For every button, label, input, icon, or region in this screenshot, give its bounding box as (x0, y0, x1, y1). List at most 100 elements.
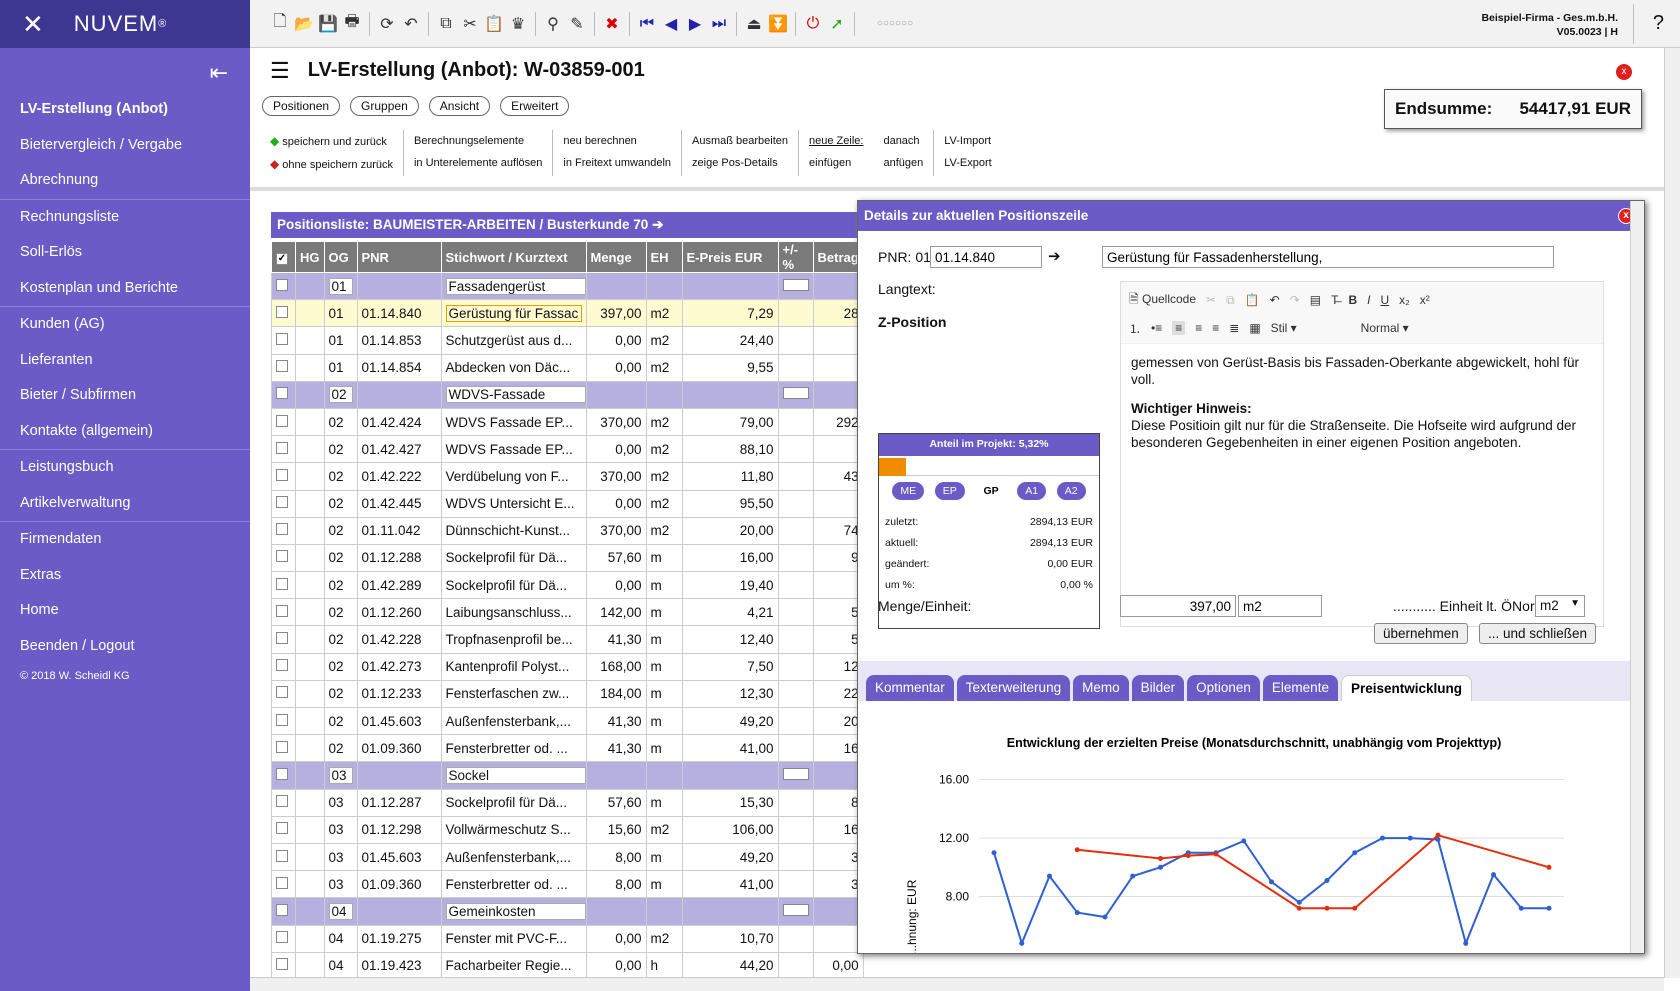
eh-cell[interactable]: m (645, 571, 683, 600)
pnr-cell[interactable] (356, 380, 442, 409)
row-checkbox-cell[interactable] (271, 571, 296, 600)
tab-positionen[interactable]: Positionen (262, 96, 341, 116)
epreis-cell[interactable] (681, 380, 779, 409)
pill-gp[interactable]: GP (975, 482, 1007, 500)
stichwort-cell[interactable]: Laibungsanschluss... (440, 598, 587, 627)
epreis-cell[interactable]: 9,55 (681, 353, 779, 382)
eh-cell[interactable]: m (645, 543, 683, 573)
pill-ep[interactable]: EP (934, 482, 965, 500)
row-checkbox[interactable] (276, 414, 288, 427)
eh-cell[interactable]: m2 (645, 462, 683, 491)
row-checkbox[interactable] (276, 903, 288, 916)
hg-cell[interactable] (295, 326, 325, 355)
pnr-cell[interactable]: 01.12.288 (356, 543, 442, 573)
betrag-cell[interactable]: 5 (812, 598, 864, 627)
og-cell[interactable]: 02 (323, 625, 358, 654)
og-cell[interactable]: 01 (323, 326, 358, 355)
percent-cell[interactable] (777, 571, 814, 600)
menge-cell[interactable]: 0,00 (585, 435, 647, 464)
row-checkbox-cell[interactable] (271, 761, 296, 790)
row-checkbox[interactable] (276, 849, 288, 862)
epreis-cell[interactable]: 20,00 (681, 516, 779, 545)
og-cell[interactable]: 03 (323, 761, 358, 790)
table-row[interactable]: 03 01.12.298 Vollwärmeschutz S... 15,60 m2 10… (271, 815, 864, 844)
menge-cell[interactable]: 0,00 (585, 326, 647, 355)
menge-cell[interactable]: 0,00 (585, 353, 647, 382)
nav-item-bieter[interactable]: Bieter / Subfirmen (0, 378, 250, 414)
hg-cell[interactable] (295, 571, 325, 600)
table-row[interactable]: 02 01.42.427 WDVS Fassade EP... 0,00 m2 88,10 (271, 435, 864, 464)
row-checkbox[interactable] (276, 795, 288, 808)
table-row[interactable]: 04 01.19.275 Fenster mit PVC-F... 0,00 m2 10,… (271, 924, 864, 953)
menge-cell[interactable]: 370,00 (585, 516, 647, 545)
menge-cell[interactable]: 41,30 (585, 625, 647, 654)
row-checkbox[interactable] (276, 550, 288, 563)
epreis-cell[interactable] (681, 761, 779, 790)
nosave-back-link[interactable]: ◆ ohne speichern zurück (270, 153, 393, 176)
group-row[interactable]: 02 WDVS-Fassade (271, 380, 864, 409)
epreis-cell[interactable]: 11,80 (681, 462, 779, 491)
row-checkbox[interactable] (276, 523, 288, 536)
percent-cell[interactable] (777, 462, 814, 491)
table-row[interactable]: 04 01.19.423 Facharbeiter Regie... 0,00 h 44,… (271, 951, 864, 980)
menge-cell[interactable]: 184,00 (585, 679, 647, 709)
table-icon[interactable]: ▦ (1249, 321, 1260, 335)
row-checkbox-cell[interactable] (271, 625, 296, 654)
betrag-cell[interactable] (812, 353, 864, 382)
menge-cell[interactable]: 370,00 (585, 407, 647, 437)
og-cell[interactable]: 02 (323, 435, 358, 464)
new-document-icon[interactable]: 🗋 (268, 10, 292, 37)
row-checkbox-cell[interactable] (271, 706, 296, 736)
table-row[interactable]: 03 01.45.603 Außenfensterbank,... 8,00 m 49,2… (271, 842, 864, 872)
action-group-append[interactable]: danach anfügen (873, 130, 935, 176)
og-cell[interactable]: 02 (323, 706, 358, 736)
pnr-cell[interactable]: 01.42.424 (356, 407, 442, 437)
pnr-cell[interactable]: 01.12.233 (356, 679, 442, 709)
tab-gruppen[interactable]: Gruppen (350, 96, 419, 116)
nav-item-lieferanten[interactable]: Lieferanten (0, 343, 250, 379)
dialog-scrollbar[interactable] (1630, 201, 1644, 953)
betrag-cell[interactable] (812, 761, 864, 790)
menge-cell[interactable]: 41,30 (585, 706, 647, 736)
menge-input[interactable] (1120, 595, 1236, 617)
copy-icon[interactable]: ⧉ (434, 15, 458, 33)
group-row[interactable]: 01 Fassadengerüst (271, 271, 864, 301)
og-cell[interactable]: 03 (323, 815, 358, 844)
table-row[interactable]: 02 01.42.289 Sockelprofil für Dä... 0,00 m 19… (271, 571, 864, 600)
eh-cell[interactable]: m2 (645, 815, 683, 844)
italic-icon[interactable]: I (1367, 293, 1370, 307)
betrag-cell[interactable]: 22 (812, 679, 864, 709)
row-checkbox-cell[interactable] (271, 516, 296, 545)
row-checkbox[interactable] (276, 876, 288, 889)
oenorm-select[interactable]: m2 ▼ (1535, 595, 1585, 617)
og-cell[interactable]: 02 (323, 516, 358, 545)
percent-cell[interactable] (777, 815, 814, 844)
betrag-cell[interactable] (812, 571, 864, 600)
menge-cell[interactable] (585, 380, 647, 409)
percent-cell[interactable] (777, 652, 814, 681)
betrag-cell[interactable] (812, 435, 864, 464)
row-checkbox-cell[interactable] (271, 870, 296, 899)
betrag-cell[interactable] (812, 271, 864, 301)
style-select[interactable]: Stil ▾ (1271, 321, 1351, 335)
col-epreis[interactable]: E-Preis EUR (681, 241, 779, 273)
stichwort-cell[interactable]: Facharbeiter Regie... (440, 951, 587, 980)
save-icon[interactable]: 💾 (316, 14, 340, 34)
find-icon[interactable]: ⚲ (541, 14, 565, 34)
nav-item-firmendaten[interactable]: Firmendaten (0, 522, 250, 558)
betrag-cell[interactable] (812, 924, 864, 953)
notification-icon[interactable]: ➚ (825, 14, 849, 34)
pnr-cell[interactable]: 01.12.287 (356, 788, 442, 817)
menge-cell[interactable]: 15,60 (585, 815, 647, 844)
stichwort-cell[interactable]: WDVS Fassade EP... (440, 407, 587, 437)
percent-cell[interactable] (777, 407, 814, 437)
og-input[interactable]: 02 (328, 386, 353, 404)
stichwort-cell[interactable]: Abdecken von Däc... (440, 353, 587, 382)
og-cell[interactable]: 04 (323, 924, 358, 953)
row-checkbox[interactable] (276, 686, 288, 699)
row-checkbox-cell[interactable] (271, 271, 296, 301)
collapse-icon[interactable]: ⏬ (766, 14, 790, 34)
superscript-icon[interactable]: x² (1420, 293, 1430, 307)
trophy-icon[interactable]: ♛ (506, 14, 530, 34)
hg-cell[interactable] (295, 543, 325, 573)
